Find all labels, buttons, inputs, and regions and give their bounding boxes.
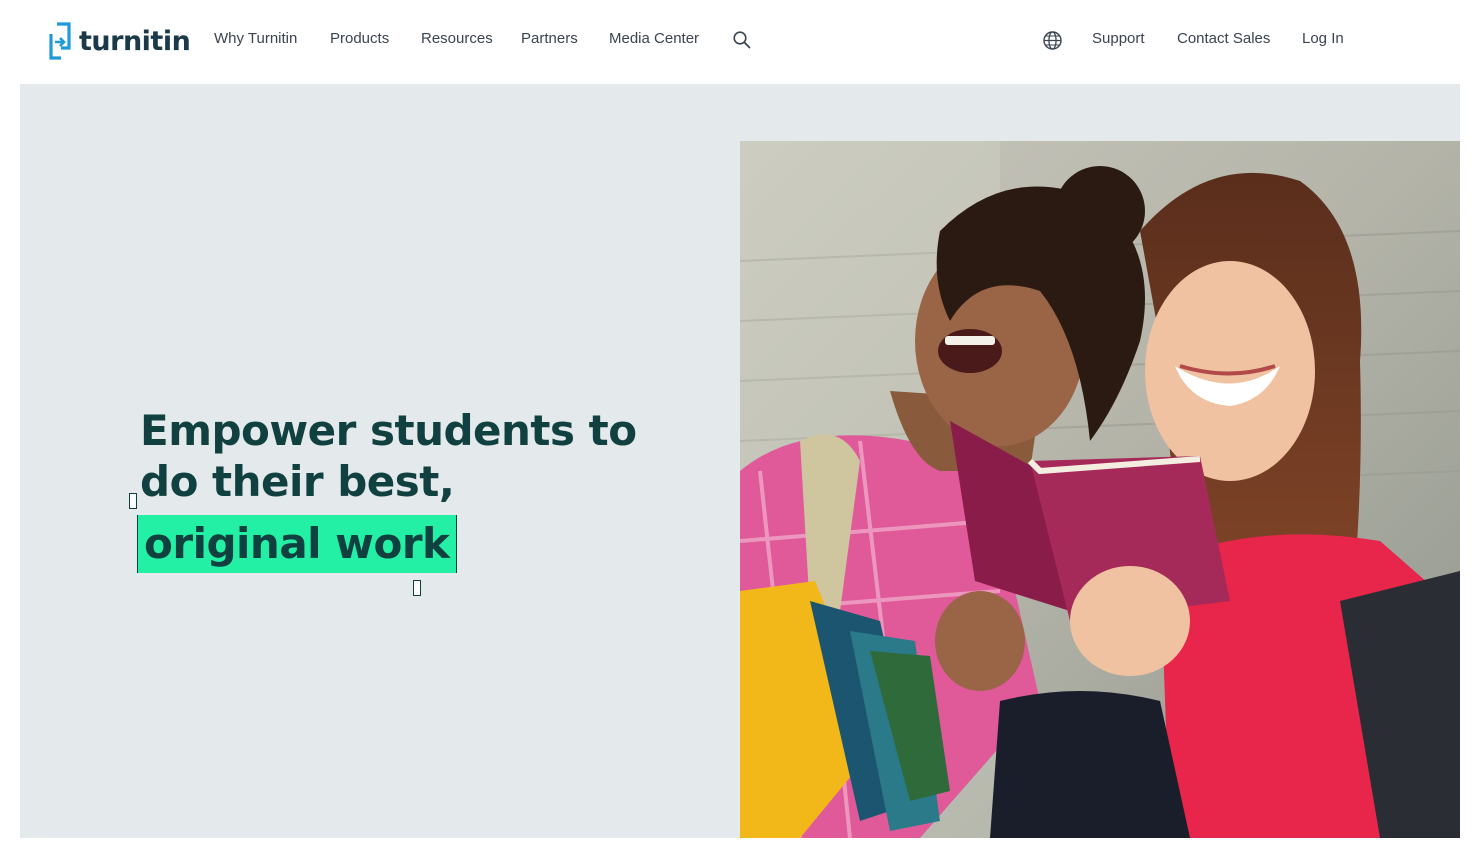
- nav-partners[interactable]: Partners: [521, 30, 578, 47]
- hero-highlight-text: original work: [137, 515, 457, 573]
- turnitin-logo-icon: [47, 20, 73, 62]
- brand-name: turnitin: [79, 25, 191, 57]
- nav-resources[interactable]: Resources: [421, 30, 493, 47]
- nav-why-turnitin[interactable]: Why Turnitin: [214, 30, 297, 47]
- nav-contact-sales[interactable]: Contact Sales: [1177, 30, 1270, 47]
- highlight-wrap: original work: [137, 515, 457, 575]
- turnitin-logo[interactable]: turnitin: [47, 20, 191, 62]
- selection-end-handle[interactable]: [413, 580, 421, 596]
- nav-products[interactable]: Products: [330, 30, 389, 47]
- nav-log-in[interactable]: Log In: [1302, 30, 1344, 47]
- globe-icon[interactable]: [1042, 30, 1063, 51]
- site-header: turnitin Why Turnitin Products Resources…: [0, 0, 1474, 84]
- selection-start-handle[interactable]: [129, 493, 137, 509]
- hero-headline-line2: do their best,: [140, 457, 455, 506]
- nav-support[interactable]: Support: [1092, 30, 1145, 47]
- search-icon[interactable]: [732, 30, 752, 50]
- hero-headline-line1: Empower students to: [140, 406, 637, 455]
- two-students-laughing-reading-book-photo: [740, 141, 1460, 838]
- hero-headline: Empower students to do their best,: [140, 405, 640, 507]
- nav-media-center[interactable]: Media Center: [609, 30, 699, 47]
